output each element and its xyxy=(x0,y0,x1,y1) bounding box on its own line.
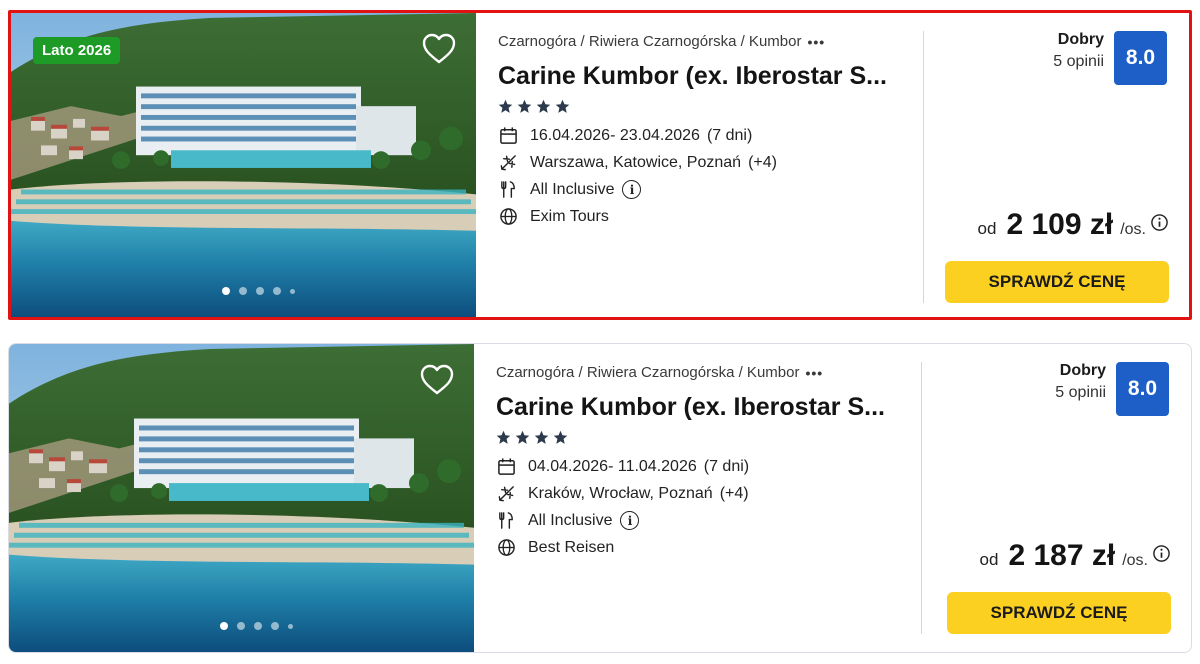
gallery-dot[interactable] xyxy=(222,287,230,295)
location-text[interactable]: Czarnogóra / Riwiera Czarnogórska / Kumb… xyxy=(496,364,799,381)
gallery-dot[interactable] xyxy=(239,287,247,295)
hotel-name[interactable]: Carine Kumbor (ex. Iberostar S... xyxy=(498,62,908,91)
season-badge: Lato 2026 xyxy=(33,37,121,64)
board-row: All Inclusive i xyxy=(496,507,906,534)
gallery-dot[interactable] xyxy=(288,623,293,629)
operator-row: Exim Tours xyxy=(498,203,908,230)
score-badge: 8.0 xyxy=(1116,362,1169,416)
gallery-dot[interactable] xyxy=(290,288,295,294)
duration-text: (7 dni) xyxy=(706,126,753,144)
gallery-dot[interactable] xyxy=(237,622,245,630)
duration-text: (7 dni) xyxy=(703,457,750,475)
operator-text: Exim Tours xyxy=(530,207,609,225)
info-circle-icon[interactable]: i xyxy=(620,511,640,530)
price-unit: /os. xyxy=(1122,552,1148,569)
hotel-photo-image xyxy=(9,344,474,652)
calendar-icon xyxy=(496,457,516,477)
star-icon xyxy=(555,99,570,113)
gallery-dot[interactable] xyxy=(220,622,228,630)
location-breadcrumb[interactable]: Czarnogóra / Riwiera Czarnogórska / Kumb… xyxy=(498,33,908,50)
star-icon xyxy=(553,430,568,444)
rating-label: Dobry xyxy=(1059,362,1106,379)
star-icon xyxy=(498,99,513,113)
dates-text: 04.04.2026- 11.04.2026 xyxy=(528,457,697,475)
gallery-dot[interactable] xyxy=(256,287,264,295)
reviews-count[interactable]: 5 opinii xyxy=(1053,53,1104,71)
gallery-dots[interactable] xyxy=(9,622,474,630)
dates-row: 16.04.2026- 23.04.2026 (7 dni) xyxy=(498,122,908,149)
departure-extra[interactable]: (+4) xyxy=(720,485,749,503)
offer-card[interactable]: Lato 2026 Czarnogóra / Riwiera Czarnogór… xyxy=(8,10,1192,320)
price-column: Dobry 5 opinii 8.0 od 2 187 zł /os. SPRA… xyxy=(922,344,1191,652)
price-amount: 2 187 zł xyxy=(1008,539,1116,572)
price-unit: /os. xyxy=(1120,221,1146,238)
offer-card[interactable]: Czarnogóra / Riwiera Czarnogórska / Kumb… xyxy=(8,343,1192,653)
offer-info: Czarnogóra / Riwiera Czarnogórska / Kumb… xyxy=(496,364,906,561)
star-icon xyxy=(534,430,549,444)
reviews-count[interactable]: 5 opinii xyxy=(1055,384,1106,402)
check-price-button[interactable]: SPRAWDŹ CENĘ xyxy=(947,592,1171,634)
operator-text: Best Reisen xyxy=(528,538,615,556)
gallery-dot[interactable] xyxy=(273,287,281,295)
departure-row: Warszawa, Katowice, Poznań (+4) xyxy=(498,149,908,176)
info-circle-icon[interactable] xyxy=(1150,213,1169,237)
price-from-label: od xyxy=(977,219,997,238)
calendar-icon xyxy=(498,126,518,146)
score-badge: 8.0 xyxy=(1114,31,1167,85)
cutlery-icon xyxy=(496,511,516,531)
hotel-stars xyxy=(496,430,906,445)
plane-icon xyxy=(496,484,516,504)
gallery-dots[interactable] xyxy=(11,287,476,295)
gallery-dot[interactable] xyxy=(254,622,262,630)
departure-text: Kraków, Wrocław, Poznań xyxy=(528,484,713,502)
operator-row: Best Reisen xyxy=(496,534,906,561)
check-price-button[interactable]: SPRAWDŹ CENĘ xyxy=(945,261,1169,303)
heart-outline-icon[interactable] xyxy=(422,33,456,65)
info-circle-icon[interactable]: i xyxy=(622,180,642,199)
cutlery-icon xyxy=(498,180,518,200)
price-column: Dobry 5 opinii 8.0 od 2 109 zł /os. SPRA… xyxy=(924,13,1189,317)
star-icon xyxy=(517,99,532,113)
heart-outline-icon[interactable] xyxy=(420,364,454,396)
board-text: All Inclusive xyxy=(530,180,615,198)
plane-icon xyxy=(498,153,518,173)
hotel-photo[interactable]: Lato 2026 xyxy=(11,13,476,317)
dates-text: 16.04.2026- 23.04.2026 xyxy=(530,126,700,144)
offer-info: Czarnogóra / Riwiera Czarnogórska / Kumb… xyxy=(498,33,908,230)
price: od 2 109 zł /os. xyxy=(978,208,1169,242)
hotel-name[interactable]: Carine Kumbor (ex. Iberostar S... xyxy=(496,393,906,422)
price: od 2 187 zł /os. xyxy=(980,539,1171,573)
rating[interactable]: Dobry 5 opinii 8.0 xyxy=(1055,362,1169,416)
departure-extra[interactable]: (+4) xyxy=(748,154,777,172)
price-amount: 2 109 zł xyxy=(1006,208,1114,241)
rating-label: Dobry xyxy=(1057,31,1104,48)
gallery-dot[interactable] xyxy=(271,622,279,630)
dates-row: 04.04.2026- 11.04.2026 (7 dni) xyxy=(496,453,906,480)
rating[interactable]: Dobry 5 opinii 8.0 xyxy=(1053,31,1167,85)
board-text: All Inclusive xyxy=(528,511,613,529)
more-locations-icon[interactable]: ••• xyxy=(805,365,823,381)
more-locations-icon[interactable]: ••• xyxy=(807,34,825,50)
globe-icon xyxy=(496,538,516,558)
price-from-label: od xyxy=(979,550,999,569)
globe-icon xyxy=(498,207,518,227)
departure-text: Warszawa, Katowice, Poznań xyxy=(530,153,742,171)
location-text[interactable]: Czarnogóra / Riwiera Czarnogórska / Kumb… xyxy=(498,33,801,50)
star-icon xyxy=(496,430,511,444)
hotel-photo[interactable] xyxy=(9,344,474,652)
star-icon xyxy=(536,99,551,113)
departure-row: Kraków, Wrocław, Poznań (+4) xyxy=(496,480,906,507)
star-icon xyxy=(515,430,530,444)
board-row: All Inclusive i xyxy=(498,176,908,203)
location-breadcrumb[interactable]: Czarnogóra / Riwiera Czarnogórska / Kumb… xyxy=(496,364,906,381)
info-circle-icon[interactable] xyxy=(1152,544,1171,568)
hotel-stars xyxy=(498,99,908,114)
